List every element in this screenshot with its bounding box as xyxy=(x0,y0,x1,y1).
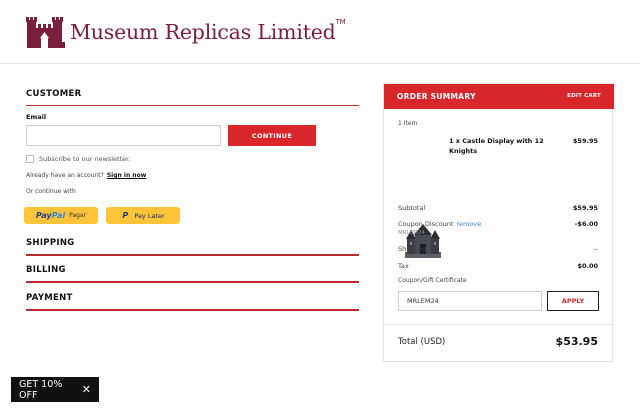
discount-label: Coupon Discount xyxy=(398,220,454,228)
edit-cart-link[interactable]: EDIT CART xyxy=(567,93,601,99)
summary-total-divider xyxy=(384,324,612,325)
paylater-button[interactable]: P Pay Later xyxy=(106,207,180,224)
brand-name: Museum Replicas LimitedTM xyxy=(70,18,346,44)
total-value: $53.95 xyxy=(555,335,598,348)
order-summary-title: ORDER SUMMARY xyxy=(397,92,476,101)
coupon-input[interactable] xyxy=(398,291,542,311)
billing-section-title[interactable]: BILLING xyxy=(26,265,66,275)
discount-code: MRLEM24 xyxy=(398,230,425,236)
subtotal-label: Subtotal xyxy=(398,204,426,212)
customer-section-title: CUSTOMER xyxy=(26,89,82,99)
newsletter-label: Subscribe to our newsletter. xyxy=(39,155,131,163)
shipping-section-title[interactable]: SHIPPING xyxy=(26,238,75,248)
paypal-p-icon: P xyxy=(122,211,129,220)
email-label: Email xyxy=(26,113,47,121)
trademark-mark: TM xyxy=(335,18,346,26)
paypal-wordmark: PayPal xyxy=(36,211,65,220)
newsletter-option[interactable]: Subscribe to our newsletter. xyxy=(26,155,130,163)
castle-logo-icon xyxy=(26,17,65,48)
discount-line: Coupon Discount remove xyxy=(398,220,481,228)
paypal-word2: Pal xyxy=(51,211,66,220)
subtotal-value: $59.95 xyxy=(572,204,598,212)
tax-label: Tax xyxy=(398,262,409,270)
total-label: Total (USD) xyxy=(398,337,446,347)
paypal-suffix: Pagar xyxy=(69,212,87,219)
payment-divider xyxy=(26,309,359,311)
item-price: $59.95 xyxy=(572,137,598,145)
castle-product-image xyxy=(405,224,441,258)
billing-divider xyxy=(26,281,359,283)
account-prompt-text: Already have an account? xyxy=(26,172,104,179)
promo-label: GET 10% OFF xyxy=(19,378,63,401)
account-prompt: Already have an account? Sign in now xyxy=(26,172,146,179)
item-count: 1 Item xyxy=(398,120,418,127)
continue-with-label: Or continue with xyxy=(26,188,76,195)
shipping-divider xyxy=(26,254,359,256)
apply-button[interactable]: APPLY xyxy=(547,291,599,311)
paylater-label: Pay Later xyxy=(134,211,165,220)
paypal-button[interactable]: PayPal Pagar xyxy=(24,207,98,224)
discount-promo-button[interactable]: GET 10% OFF ✕ xyxy=(11,377,99,402)
site-header: Museum Replicas LimitedTM xyxy=(0,0,640,64)
brand-logo[interactable]: Museum Replicas LimitedTM xyxy=(26,14,346,50)
item-name: 1 x Castle Display with 12 Knights xyxy=(449,137,544,155)
signin-link[interactable]: Sign in now xyxy=(107,172,146,179)
order-summary-header: ORDER SUMMARY EDIT CART xyxy=(384,84,614,109)
shipping-value: -- xyxy=(593,245,598,253)
tax-value: $0.00 xyxy=(577,262,598,270)
shipping-label: Shipping xyxy=(398,245,427,253)
remove-coupon-link[interactable]: remove xyxy=(456,220,481,228)
discount-value: -$6.00 xyxy=(574,220,598,228)
customer-divider xyxy=(26,105,359,106)
payment-section-title[interactable]: PAYMENT xyxy=(26,293,73,303)
coupon-label: Coupon/Gift Certificate xyxy=(398,277,467,284)
newsletter-checkbox[interactable] xyxy=(26,155,34,163)
close-icon[interactable]: ✕ xyxy=(82,384,91,395)
paypal-word1: Pay xyxy=(35,211,52,220)
continue-button[interactable]: CONTINUE xyxy=(228,125,316,146)
email-field[interactable] xyxy=(26,125,221,146)
